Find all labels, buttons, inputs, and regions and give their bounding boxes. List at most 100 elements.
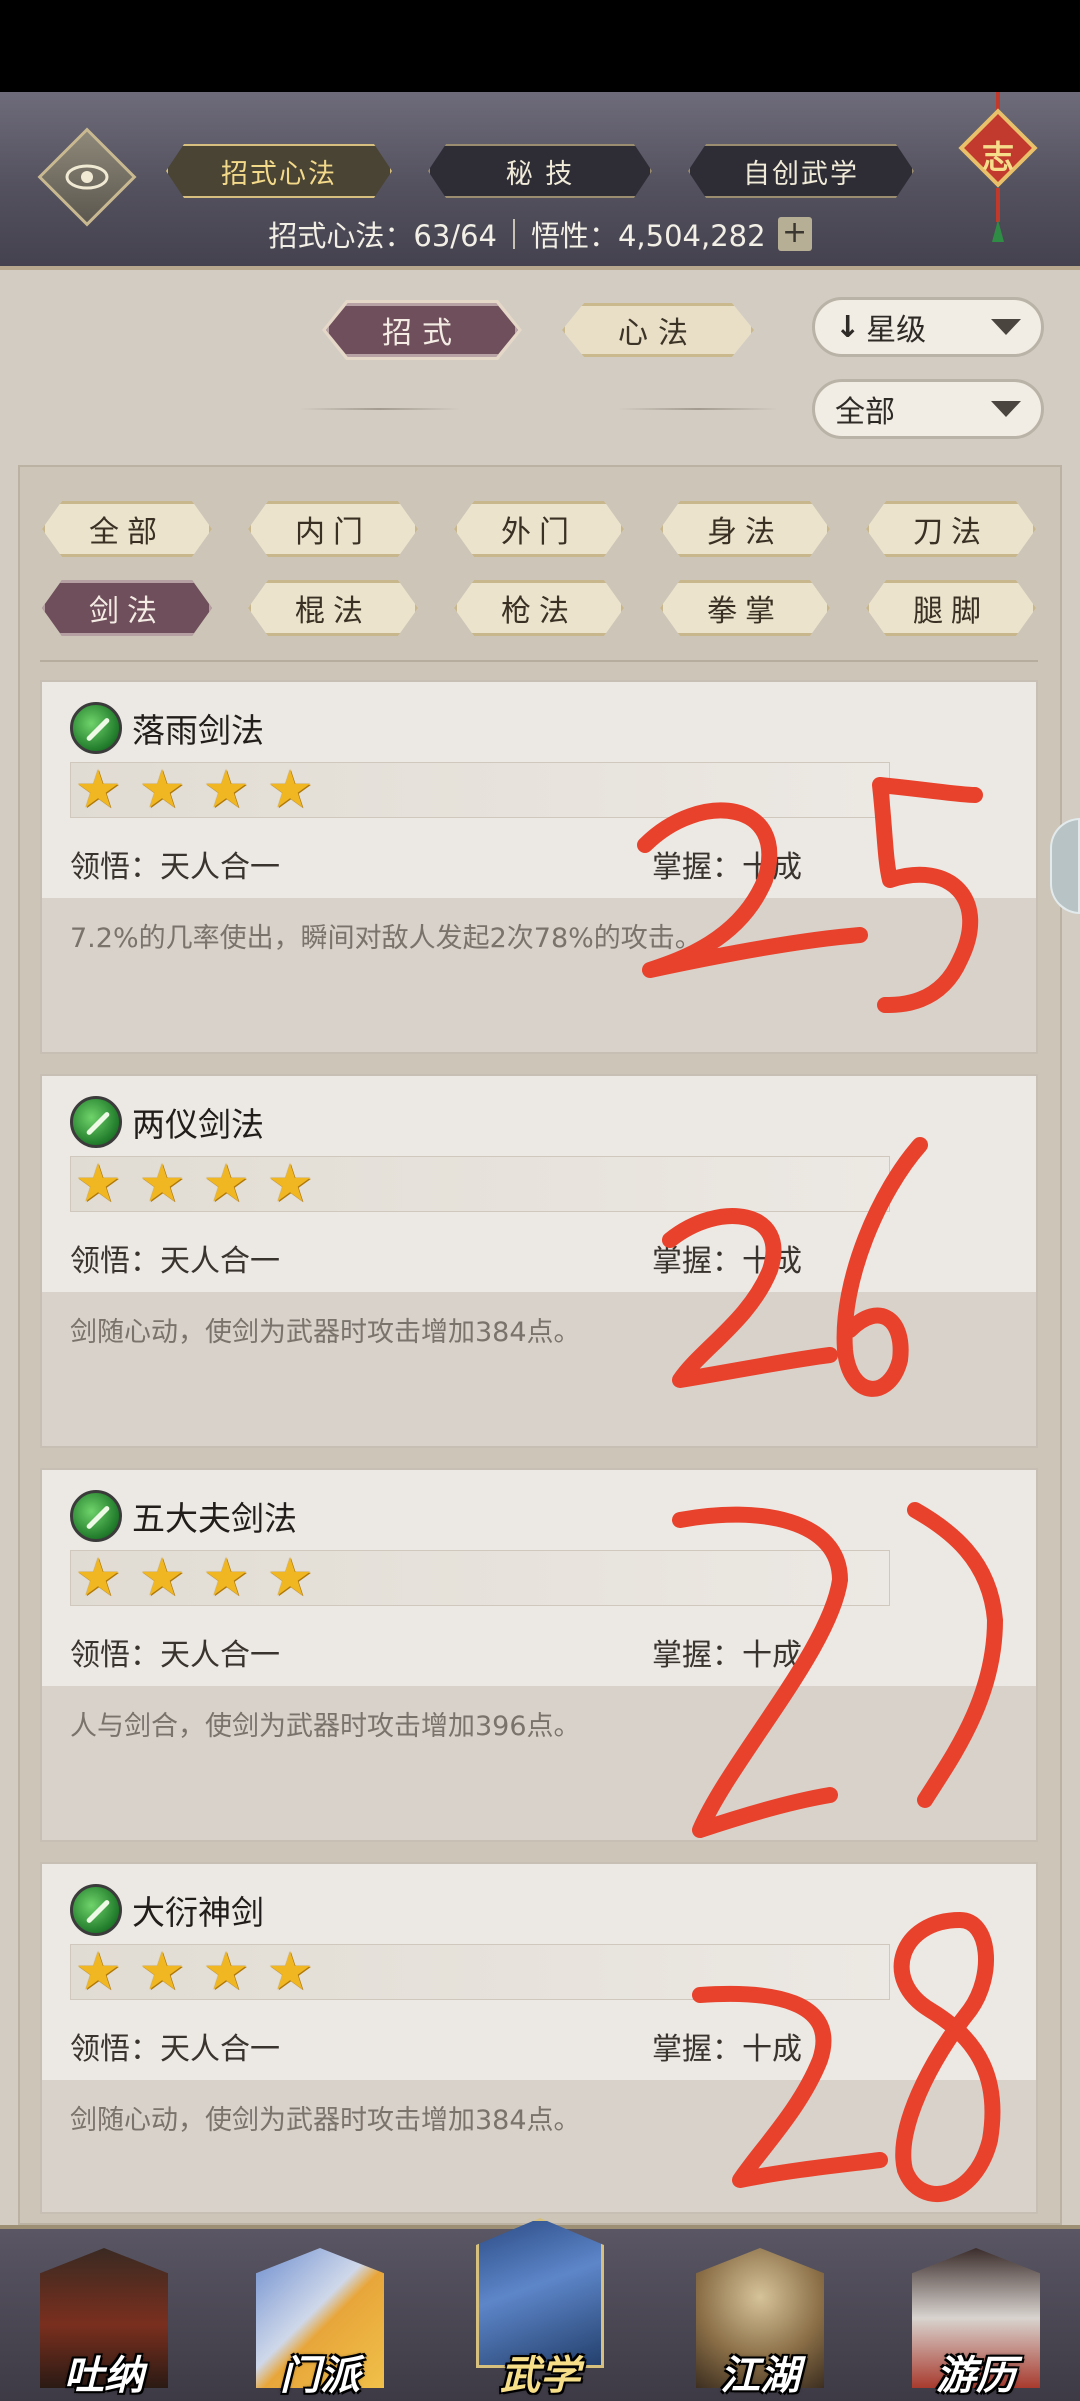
category-outer[interactable]: 外门 (454, 501, 624, 557)
chevron-down-icon (991, 319, 1021, 335)
sword-skill-icon (70, 1490, 122, 1542)
decorative-line-right (618, 408, 778, 410)
star-icon: ★ (266, 1942, 314, 2002)
nav-sect[interactable]: 门派 (250, 2240, 390, 2401)
tab-moves-and-arts[interactable]: 招式心法 (166, 144, 392, 198)
skill-name: 五大夫剑法 (132, 1499, 297, 1538)
star-icon: ★ (266, 760, 314, 820)
category-staff[interactable]: 棍法 (248, 580, 418, 636)
star-icon: ★ (138, 1548, 186, 1608)
star-icon: ★ (202, 1548, 250, 1608)
category-label: 枪法 (501, 594, 577, 629)
sort-dropdown[interactable]: ↓ 星级 (812, 297, 1044, 357)
category-label: 身法 (707, 515, 783, 550)
star-icon: ★ (266, 1548, 314, 1608)
tab-secret-skills[interactable]: 秘 技 (428, 144, 652, 198)
star-icon: ★ (74, 760, 122, 820)
category-divider (40, 660, 1038, 662)
star-rating: ★ ★ ★ ★ (70, 1550, 890, 1606)
skill-name: 两仪剑法 (132, 1105, 264, 1144)
tab-label: 秘 技 (505, 158, 575, 190)
star-rating: ★ ★ ★ ★ (70, 1156, 890, 1212)
eye-icon[interactable] (62, 152, 112, 202)
sword-skill-icon (70, 1884, 122, 1936)
skill-name: 大衍神剑 (132, 1893, 264, 1932)
nav-martial-arts[interactable]: 武学 (470, 2208, 610, 2401)
nav-label: 武学 (500, 2353, 580, 2399)
star-icon: ★ (202, 1154, 250, 1214)
category-label: 剑法 (89, 594, 165, 629)
subtab-label: 招式 (382, 316, 462, 351)
mastery-level: 掌握：十成 (652, 1638, 802, 1673)
sort-dropdown-label: 星级 (866, 313, 927, 348)
decorative-line-left (300, 408, 460, 410)
category-label: 外门 (501, 515, 577, 550)
subtab-label: 心法 (618, 316, 698, 351)
sword-skill-icon (70, 702, 122, 754)
category-sword[interactable]: 剑法 (42, 580, 212, 636)
mastery-level: 掌握：十成 (652, 1244, 802, 1279)
nav-label: 吐纳 (64, 2353, 144, 2399)
nav-jianghu[interactable]: 江湖 (690, 2240, 830, 2401)
comprehension-level: 领悟：天人合一 (70, 2032, 280, 2067)
category-label: 棍法 (295, 594, 371, 629)
category-label: 刀法 (913, 515, 989, 550)
skill-description: 7.2%的几率使出，瞬间对敌人发起2次78%的攻击。 (70, 923, 702, 954)
star-icon: ★ (74, 1548, 122, 1608)
mastery-level: 掌握：十成 (652, 850, 802, 885)
status-bar (0, 0, 1080, 92)
category-all[interactable]: 全部 (42, 501, 212, 557)
star-icon: ★ (138, 1942, 186, 2002)
add-insight-button[interactable]: + (777, 217, 812, 251)
charm-ornament-button[interactable]: 志 (958, 92, 1038, 252)
chevron-down-icon (991, 401, 1021, 417)
stats-line: 招式心法：63/64 悟性：4,504,282 + (0, 212, 1080, 256)
skill-description: 剑随心动，使剑为武器时攻击增加384点。 (70, 1317, 581, 1348)
header-bar: 招式心法 秘 技 自创武学 招式心法：63/64 悟性：4,504,282 + (0, 92, 1080, 270)
nav-meditate[interactable]: 吐纳 (34, 2240, 174, 2401)
tab-label: 招式心法 (221, 158, 337, 190)
star-rating: ★ ★ ★ ★ (70, 762, 890, 818)
nav-label: 江湖 (720, 2353, 800, 2399)
star-icon: ★ (74, 1942, 122, 2002)
filter-dropdown[interactable]: 全部 (812, 379, 1044, 439)
category-kick[interactable]: 腿脚 (866, 580, 1036, 636)
filter-dropdown-label: 全部 (835, 395, 895, 430)
skill-name: 落雨剑法 (132, 711, 264, 750)
star-icon: ★ (74, 1154, 122, 1214)
category-spear[interactable]: 枪法 (454, 580, 624, 636)
skill-card[interactable]: 两仪剑法 ★ ★ ★ ★ 领悟：天人合一 掌握：十成 剑随心动，使剑为武器时攻击… (40, 1074, 1038, 1448)
comprehension-level: 领悟：天人合一 (70, 1638, 280, 1673)
category-label: 内门 (295, 515, 371, 550)
tab-custom-martial-arts[interactable]: 自创武学 (688, 144, 914, 198)
category-footwork[interactable]: 身法 (660, 501, 830, 557)
comprehension-level: 领悟：天人合一 (70, 1244, 280, 1279)
skill-card[interactable]: 大衍神剑 ★ ★ ★ ★ 领悟：天人合一 掌握：十成 剑随心动，使剑为武器时攻击… (40, 1862, 1038, 2214)
mastery-level: 掌握：十成 (652, 2032, 802, 2067)
sword-skill-icon (70, 1096, 122, 1148)
collection-count: 招式心法：63/64 (268, 219, 497, 253)
star-icon: ★ (266, 1154, 314, 1214)
nav-label: 游历 (936, 2353, 1016, 2399)
star-icon: ★ (202, 1942, 250, 2002)
tab-label: 自创武学 (743, 158, 859, 190)
subtab-moves[interactable]: 招式 (326, 303, 518, 357)
side-drawer-handle[interactable] (1050, 818, 1080, 914)
category-label: 腿脚 (913, 594, 989, 629)
category-inner[interactable]: 内门 (248, 501, 418, 557)
skill-card[interactable]: 落雨剑法 ★ ★ ★ ★ 领悟：天人合一 掌握：十成 7.2%的几率使出，瞬间对… (40, 680, 1038, 1054)
category-label: 拳掌 (707, 594, 783, 629)
category-fist[interactable]: 拳掌 (660, 580, 830, 636)
charm-character: 志 (981, 138, 1014, 176)
comprehension-level: 领悟：天人合一 (70, 850, 280, 885)
category-blade[interactable]: 刀法 (866, 501, 1036, 557)
skill-card[interactable]: 五大夫剑法 ★ ★ ★ ★ 领悟：天人合一 掌握：十成 人与剑合，使剑为武器时攻… (40, 1468, 1038, 1842)
star-rating: ★ ★ ★ ★ (70, 1944, 890, 2000)
nav-travel[interactable]: 游历 (906, 2240, 1046, 2401)
category-label: 全部 (89, 515, 165, 550)
star-icon: ★ (138, 760, 186, 820)
subtab-mental-arts[interactable]: 心法 (562, 303, 754, 357)
star-icon: ★ (202, 760, 250, 820)
stats-separator (512, 219, 515, 249)
nav-label: 门派 (280, 2353, 360, 2399)
